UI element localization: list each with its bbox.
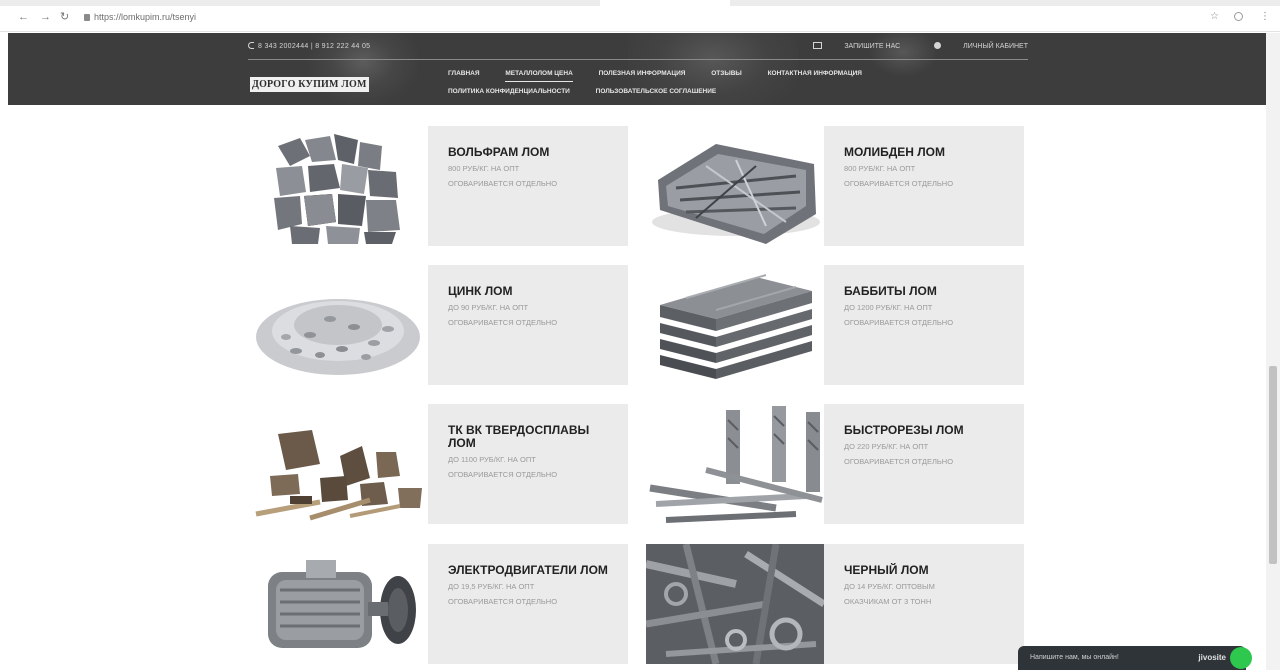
chat-brand: jivosite — [1198, 653, 1226, 662]
account-label: ЛИЧНЫЙ КАБИНЕТ — [963, 43, 1028, 50]
product-price: ДО 14 РУБ/КГ. ОПТОВЫМ — [844, 582, 935, 591]
product-name[interactable]: БАББИТЫ ЛОМ — [844, 285, 1016, 298]
product-note: ОГОВАРИВАЕТСЯ ОТДЕЛЬНО — [448, 597, 558, 606]
scrollbar-thumb[interactable] — [1269, 366, 1277, 564]
product-name[interactable]: МОЛИБДЕН ЛОМ — [844, 146, 1016, 159]
molybdenum-photo — [646, 126, 824, 246]
product-card-ferrous-scrap[interactable]: ЧЕРНЫЙ ЛОМ ДО 14 РУБ/КГ. ОПТОВЫМ ОКАЗЧИК… — [646, 544, 1024, 664]
product-card-hard-alloys[interactable]: ТК ВК ТВЕРДОСПЛАВЫ ЛОМ ДО 1100 РУБ/КГ. Н… — [250, 404, 628, 524]
header-divider — [248, 59, 1028, 60]
babbitt-photo — [646, 265, 824, 385]
header-topline: 8 343 2002444 | 8 912 222 44 05 ЗАПИШИТЕ… — [248, 41, 1028, 53]
electric-motors-photo — [250, 544, 428, 664]
product-name[interactable]: БЫСТРОРЕЗЫ ЛОМ — [844, 424, 1016, 437]
product-note: ОГОВАРИВАЕТСЯ ОТДЕЛЬНО — [844, 179, 954, 188]
tungsten-photo — [250, 126, 428, 246]
product-price: ДО 1100 РУБ/КГ. НА ОПТ — [448, 455, 536, 464]
product-card-tungsten[interactable]: ВОЛЬФРАМ ЛОМ 800 РУБ/КГ. НА ОПТ ОГОВАРИВ… — [250, 126, 628, 246]
product-info: БЫСТРОРЕЗЫ ЛОМ ДО 220 РУБ/КГ. НА ОПТ ОГО… — [844, 424, 1016, 469]
url-text: https://lomkupim.ru/tsenyi — [94, 12, 197, 22]
product-name[interactable]: ЧЕРНЫЙ ЛОМ — [844, 564, 1016, 577]
product-card-electric-motors[interactable]: ЭЛЕКТРОДВИГАТЕЛИ ЛОМ ДО 19,5 РУБ/КГ. НА … — [250, 544, 628, 664]
product-price: ДО 90 РУБ/КГ. НА ОПТ — [448, 303, 529, 312]
browser-tab[interactable] — [600, 0, 730, 6]
nav-item-privacy[interactable]: Политика конфиденциальности — [448, 85, 570, 99]
product-name[interactable]: ТК ВК ТВЕРДОСПЛАВЫ ЛОМ — [448, 424, 620, 450]
product-name[interactable]: ВОЛЬФРАМ ЛОМ — [448, 146, 620, 159]
header-links: ЗАПИШИТЕ НАС ЛИЧНЫЙ КАБИНЕТ — [781, 41, 1028, 53]
lock-icon — [84, 14, 90, 21]
forward-icon[interactable]: → — [40, 11, 51, 23]
product-name[interactable]: ЦИНК ЛОМ — [448, 285, 620, 298]
page-scrollbar[interactable] — [1266, 33, 1280, 670]
nav-row: Главная Металлолом цена Полезная информа… — [448, 67, 1048, 85]
product-info: БАББИТЫ ЛОМ ДО 1200 РУБ/КГ. НА ОПТ ОГОВА… — [844, 285, 1016, 330]
chat-online-indicator — [1230, 647, 1252, 669]
product-price: ДО 220 РУБ/КГ. НА ОПТ — [844, 442, 929, 451]
product-info: МОЛИБДЕН ЛОМ 800 РУБ/КГ. НА ОПТ ОГОВАРИВ… — [844, 146, 1016, 191]
product-card-molybdenum[interactable]: МОЛИБДЕН ЛОМ 800 РУБ/КГ. НА ОПТ ОГОВАРИВ… — [646, 126, 1024, 246]
menu-icon[interactable]: ⋮ — [1260, 11, 1270, 23]
product-info: ВОЛЬФРАМ ЛОМ 800 РУБ/КГ. НА ОПТ ОГОВАРИВ… — [448, 146, 620, 191]
account-link[interactable]: ЛИЧНЫЙ КАБИНЕТ — [918, 42, 1028, 50]
nav-item-contacts[interactable]: Контактная информация — [768, 67, 862, 81]
nav-item-prices[interactable]: Металлолом цена — [505, 67, 573, 82]
product-card-babbitt[interactable]: БАББИТЫ ЛОМ ДО 1200 РУБ/КГ. НА ОПТ ОГОВА… — [646, 265, 1024, 385]
site-header: 8 343 2002444 | 8 912 222 44 05 ЗАПИШИТЕ… — [8, 33, 1266, 105]
product-card-zinc[interactable]: ЦИНК ЛОМ ДО 90 РУБ/КГ. НА ОПТ ОГОВАРИВАЕ… — [250, 265, 628, 385]
phone-text: 8 343 2002444 | 8 912 222 44 05 — [258, 43, 371, 50]
product-price: 800 РУБ/КГ. НА ОПТ — [448, 164, 520, 173]
nav-item-useful-info[interactable]: Полезная информация — [599, 67, 686, 81]
product-note: ОГОВАРИВАЕТСЯ ОТДЕЛЬНО — [448, 179, 558, 188]
mail-icon — [813, 42, 823, 49]
chat-widget[interactable]: Напишите нам, мы онлайн! jivosite — [1018, 646, 1252, 670]
star-icon[interactable]: ☆ — [1210, 11, 1219, 23]
browser-toolbar: ← → ↻ https://lomkupim.ru/tsenyi ☆ ⋮ — [0, 0, 1280, 32]
nav-item-home[interactable]: Главная — [448, 67, 480, 81]
product-info: ЦИНК ЛОМ ДО 90 РУБ/КГ. НА ОПТ ОГОВАРИВАЕ… — [448, 285, 620, 330]
product-note: ОГОВАРИВАЕТСЯ ОТДЕЛЬНО — [448, 318, 558, 327]
product-price: ДО 1200 РУБ/КГ. НА ОПТ — [844, 303, 933, 312]
site-logo[interactable]: ДОРОГО КУПИМ ЛОМ — [250, 77, 369, 92]
phone-icon — [248, 42, 254, 49]
back-icon[interactable]: ← — [18, 11, 29, 23]
reload-icon[interactable]: ↻ — [60, 11, 69, 23]
extension-icon[interactable] — [1234, 12, 1243, 21]
product-name[interactable]: ЭЛЕКТРОДВИГАТЕЛИ ЛОМ — [448, 564, 620, 577]
hard-alloys-photo — [250, 404, 428, 524]
chat-label: Напишите нам, мы онлайн! — [1030, 654, 1119, 661]
product-note: ОГОВАРИВАЕТСЯ ОТДЕЛЬНО — [844, 457, 954, 466]
product-price: 800 РУБ/КГ. НА ОПТ — [844, 164, 916, 173]
zinc-photo — [250, 265, 428, 385]
high-speed-steel-photo — [646, 404, 824, 524]
nav-item-reviews[interactable]: Отзывы — [711, 67, 742, 81]
product-price: ДО 19,5 РУБ/КГ. НА ОПТ — [448, 582, 535, 591]
product-note: ОГОВАРИВАЕТСЯ ОТДЕЛЬНО — [844, 318, 954, 327]
nav-item-agreement[interactable]: Пользовательское соглашение — [596, 85, 717, 99]
user-icon — [934, 42, 942, 49]
product-note: ОКАЗЧИКАМ ОТ 3 ТОНН — [844, 597, 932, 606]
product-info: ЭЛЕКТРОДВИГАТЕЛИ ЛОМ ДО 19,5 РУБ/КГ. НА … — [448, 564, 620, 609]
nav-row: Политика конфиденциальности Пользователь… — [448, 85, 1048, 103]
ferrous-scrap-photo — [646, 544, 824, 664]
write-us-label: ЗАПИШИТЕ НАС — [844, 43, 901, 50]
product-card-high-speed-steel[interactable]: БЫСТРОРЕЗЫ ЛОМ ДО 220 РУБ/КГ. НА ОПТ ОГО… — [646, 404, 1024, 524]
main-navigation: Главная Металлолом цена Полезная информа… — [448, 67, 1048, 103]
product-note: ОГОВАРИВАЕТСЯ ОТДЕЛЬНО — [448, 470, 558, 479]
phone-numbers[interactable]: 8 343 2002444 | 8 912 222 44 05 — [248, 41, 370, 53]
product-info: ЧЕРНЫЙ ЛОМ ДО 14 РУБ/КГ. ОПТОВЫМ ОКАЗЧИК… — [844, 564, 1016, 609]
write-us-link[interactable]: ЗАПИШИТЕ НАС — [797, 42, 901, 50]
address-bar[interactable]: https://lomkupim.ru/tsenyi — [84, 11, 1194, 24]
tab-strip — [0, 0, 1280, 6]
product-info: ТК ВК ТВЕРДОСПЛАВЫ ЛОМ ДО 1100 РУБ/КГ. Н… — [448, 424, 620, 482]
